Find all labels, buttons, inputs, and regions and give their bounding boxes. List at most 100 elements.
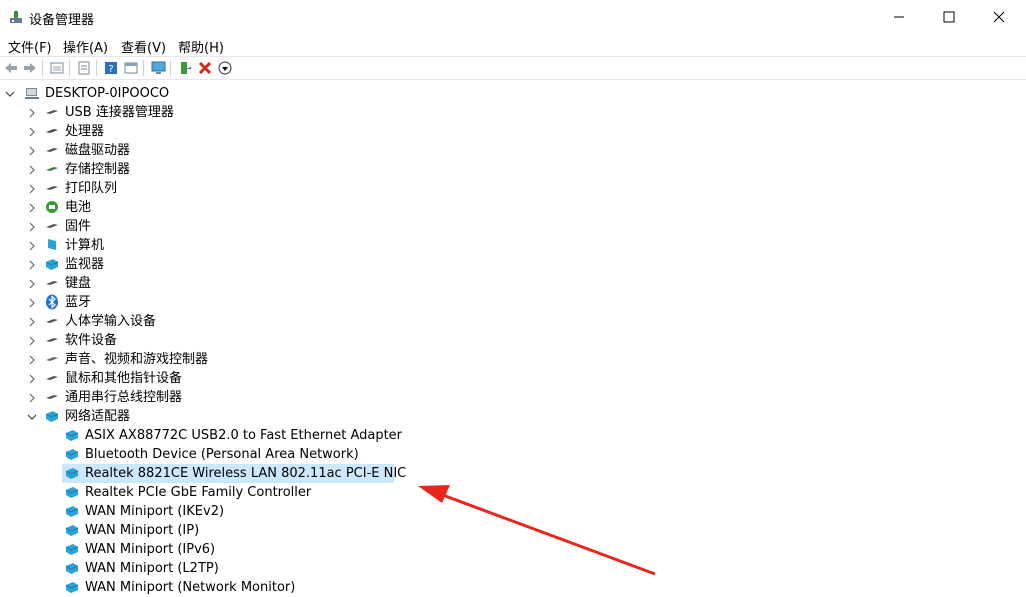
- back-arrow-icon[interactable]: [3, 60, 19, 76]
- tree-category[interactable]: 软件设备: [0, 331, 400, 350]
- maximize-button[interactable]: [924, 0, 974, 34]
- tree-category[interactable]: 键盘: [0, 274, 400, 293]
- help-icon[interactable]: ?: [103, 60, 119, 76]
- chevron-right-icon[interactable]: [26, 274, 38, 293]
- tree-category-label: 固件: [65, 219, 92, 234]
- tree-category[interactable]: 存储控制器: [0, 160, 400, 179]
- minimize-button[interactable]: [874, 0, 924, 34]
- software-device-icon: [46, 338, 58, 342]
- menu-bar: 文件(F) 操作(A) 查看(V) 帮助(H): [0, 34, 1026, 56]
- network-adapter-icon: [65, 544, 79, 555]
- chevron-right-icon[interactable]: [26, 293, 38, 312]
- network-adapter-label: WAN Miniport (IKEv2): [85, 504, 225, 519]
- mouse-icon: [46, 376, 58, 380]
- network-adapter-label: Bluetooth Device (Personal Area Network): [85, 447, 359, 462]
- chevron-right-icon[interactable]: [26, 141, 38, 160]
- tree-category-label: 存储控制器: [65, 162, 131, 177]
- tree-category-label: 鼠标和其他指针设备: [65, 371, 183, 386]
- maximize-icon: [943, 11, 955, 23]
- tree-category-label: 处理器: [65, 124, 105, 139]
- network-adapter-item[interactable]: WAN Miniport (IP): [62, 521, 402, 540]
- tree-category-label: 监视器: [65, 257, 105, 272]
- menu-file[interactable]: 文件(F): [8, 37, 52, 56]
- menu-action[interactable]: 操作(A): [63, 37, 108, 56]
- tree-category[interactable]: 固件: [0, 217, 400, 236]
- network-adapter-icon: [65, 468, 79, 479]
- add-driver-icon[interactable]: [177, 60, 193, 76]
- network-adapter-item[interactable]: WAN Miniport (L2TP): [62, 559, 402, 578]
- tree-category-label: 人体学输入设备: [65, 314, 157, 329]
- update-driver-icon[interactable]: [76, 60, 92, 76]
- device-manager-icon: [10, 11, 22, 23]
- chevron-right-icon[interactable]: [26, 312, 38, 331]
- chevron-right-icon[interactable]: [26, 160, 38, 179]
- network-adapter-label: WAN Miniport (IPv6): [85, 542, 216, 557]
- chevron-right-icon[interactable]: [26, 217, 38, 236]
- chevron-right-icon[interactable]: [26, 198, 38, 217]
- tree-category[interactable]: 监视器: [0, 255, 400, 274]
- computer-root-icon: [25, 88, 39, 99]
- network-adapter-item[interactable]: WAN Miniport (IKEv2): [62, 502, 402, 521]
- network-adapter-item[interactable]: WAN Miniport (Network Monitor): [62, 578, 402, 597]
- tree-category[interactable]: 计算机: [0, 236, 400, 255]
- network-adapter-icon: [45, 411, 59, 422]
- tree-category[interactable]: 鼠标和其他指针设备: [0, 369, 400, 388]
- root-label: DESKTOP-0IPOOCO: [45, 86, 170, 101]
- tree-category-label: 通用串行总线控制器: [65, 390, 183, 405]
- menu-help[interactable]: 帮助(H): [178, 37, 224, 56]
- chevron-right-icon[interactable]: [26, 331, 38, 350]
- network-adapter-label: Realtek PCIe GbE Family Controller: [85, 485, 312, 500]
- minimize-icon: [894, 16, 904, 18]
- chevron-down-icon[interactable]: [4, 84, 16, 103]
- tree-category-label: 电池: [65, 200, 92, 215]
- computer-icon: [48, 239, 56, 250]
- tree-category[interactable]: 人体学输入设备: [0, 312, 400, 331]
- title-bar: 设备管理器: [0, 0, 1026, 34]
- chevron-right-icon[interactable]: [26, 350, 38, 369]
- properties-icon[interactable]: [49, 60, 65, 76]
- download-icon[interactable]: [217, 60, 233, 76]
- tree-category[interactable]: 通用串行总线控制器: [0, 388, 400, 407]
- storage-controller-icon: [46, 167, 58, 171]
- network-adapter-icon: [65, 487, 79, 498]
- tree-category-label: 蓝牙: [65, 295, 92, 310]
- chevron-right-icon[interactable]: [26, 255, 38, 274]
- network-adapter-label: WAN Miniport (Network Monitor): [85, 580, 296, 595]
- tree-category[interactable]: 声音、视频和游戏控制器: [0, 350, 400, 369]
- tree-category[interactable]: 打印队列: [0, 179, 400, 198]
- chevron-right-icon[interactable]: [26, 236, 38, 255]
- chevron-right-icon[interactable]: [26, 369, 38, 388]
- sound-icon: [46, 357, 58, 361]
- chevron-down-icon[interactable]: [26, 407, 38, 426]
- tree-category[interactable]: 网络适配器: [0, 407, 400, 426]
- chevron-right-icon[interactable]: [26, 122, 38, 141]
- network-adapter-item[interactable]: Realtek 8821CE Wireless LAN 802.11ac PCI…: [62, 464, 406, 483]
- menu-view[interactable]: 查看(V): [121, 37, 166, 56]
- tree-root[interactable]: DESKTOP-0IPOOCO: [0, 84, 400, 103]
- tree-category[interactable]: USB 连接器管理器: [0, 103, 400, 122]
- network-adapter-item[interactable]: Realtek PCIe GbE Family Controller: [62, 483, 402, 502]
- chevron-right-icon[interactable]: [26, 388, 38, 407]
- usb-controller-icon: [46, 395, 58, 399]
- network-adapter-label: WAN Miniport (L2TP): [85, 561, 219, 576]
- tree-category[interactable]: 蓝牙: [0, 293, 400, 312]
- monitor-icon: [45, 259, 59, 270]
- close-button[interactable]: [974, 0, 1024, 34]
- monitor-scan-icon[interactable]: [150, 60, 166, 76]
- network-adapter-item[interactable]: Bluetooth Device (Personal Area Network): [62, 445, 402, 464]
- tree-category[interactable]: 电池: [0, 198, 400, 217]
- svg-text:?: ?: [108, 64, 113, 75]
- hid-icon: [46, 319, 58, 323]
- network-adapter-icon: [65, 506, 79, 517]
- firmware-icon: [46, 224, 58, 228]
- tree-category[interactable]: 处理器: [0, 122, 400, 141]
- network-adapter-item[interactable]: ASIX AX88772C USB2.0 to Fast Ethernet Ad…: [62, 426, 402, 445]
- tree-category[interactable]: 磁盘驱动器: [0, 141, 400, 160]
- forward-arrow-icon[interactable]: [22, 60, 38, 76]
- view-icon[interactable]: [123, 60, 139, 76]
- network-adapter-item[interactable]: WAN Miniport (IPv6): [62, 540, 402, 559]
- chevron-right-icon[interactable]: [26, 103, 38, 122]
- tree-category-label: 软件设备: [65, 333, 118, 348]
- uninstall-x-icon[interactable]: [197, 60, 213, 76]
- chevron-right-icon[interactable]: [26, 179, 38, 198]
